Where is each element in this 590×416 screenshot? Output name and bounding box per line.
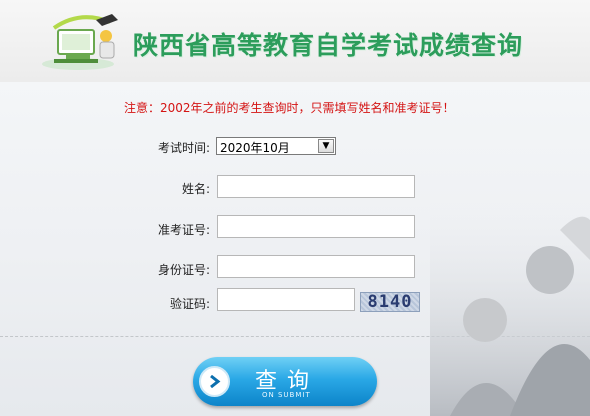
exam-time-value: 2020年10月 [220,141,290,155]
ticket-number-input[interactable] [217,215,415,238]
submit-button-sublabel: ON SUBMIT [262,391,311,399]
exam-time-label: 考试时间: [157,141,210,155]
ticket-number-label: 准考证号: [157,223,210,237]
arrow-right-icon [199,366,230,397]
captcha-image[interactable]: 8140 [360,292,420,312]
page-title: 陕西省高等教育自学考试成绩查询 [133,31,524,60]
computer-graduation-icon [42,14,118,70]
students-photo [430,200,590,416]
captcha-label: 验证码: [169,297,210,311]
name-label: 姓名: [181,182,210,196]
notice-text: 注意：2002年之前的考生查询时，只需填写姓名和准考证号！ [124,101,455,115]
id-number-input[interactable] [217,255,415,278]
page-header: 陕西省高等教育自学考试成绩查询 [0,0,590,82]
exam-time-select[interactable]: 2020年10月 ▼ [216,137,336,155]
chevron-down-icon[interactable]: ▼ [318,139,334,153]
name-input[interactable] [217,175,415,198]
submit-button[interactable]: 查询 ON SUBMIT [193,357,377,406]
captcha-input[interactable] [217,288,355,311]
id-number-label: 身份证号: [157,263,210,277]
